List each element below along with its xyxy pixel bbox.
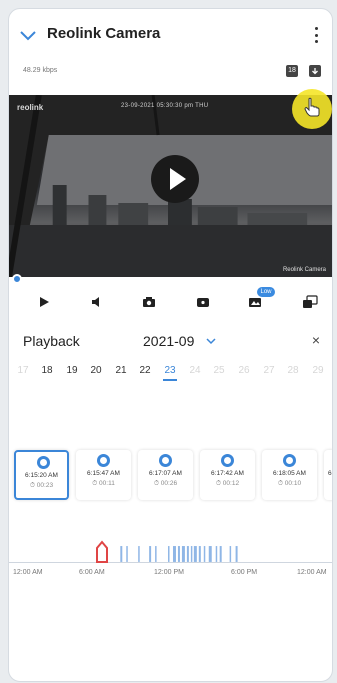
- clip-time: 6:15:47 AM: [87, 470, 120, 477]
- month-chevron-icon[interactable]: [205, 336, 217, 346]
- day-item[interactable]: 28: [283, 365, 303, 376]
- clip-card[interactable]: 6:18:05 AM ⏱ 00:10: [262, 450, 317, 500]
- gallery-icon[interactable]: [299, 291, 321, 313]
- video-timestamp: 23-09-2021 05:30:30 pm THU: [121, 103, 209, 109]
- recording-timeline[interactable]: [9, 542, 332, 564]
- clip-time: 6: [328, 470, 332, 477]
- low-quality-badge: Low: [257, 287, 275, 297]
- timeline-label: 6:00 AM: [79, 569, 105, 576]
- day-item-selected[interactable]: 23: [160, 365, 180, 381]
- close-playback-button[interactable]: ×: [312, 332, 320, 348]
- play-control-icon[interactable]: [33, 291, 55, 313]
- day-item[interactable]: 20: [86, 365, 106, 376]
- day-item[interactable]: 24: [185, 365, 205, 376]
- day-item[interactable]: 25: [209, 365, 229, 376]
- calendar-icon[interactable]: 18: [286, 65, 298, 77]
- clip-motion-icon: [37, 456, 50, 469]
- tap-cursor-indicator: [292, 89, 332, 129]
- day-item[interactable]: 19: [62, 365, 82, 376]
- progress-dot[interactable]: [12, 274, 22, 284]
- clip-duration: ⏱ 00:23: [29, 482, 54, 489]
- clip-motion-icon: [283, 454, 296, 467]
- clip-card[interactable]: 6:15:47 AM ⏱ 00:11: [76, 450, 131, 500]
- clip-duration: ⏱ 00:10: [277, 480, 302, 487]
- clip-duration: ⏱ 00:12: [215, 480, 240, 487]
- clip-time: 6:15:20 AM: [25, 472, 58, 479]
- video-player[interactable]: reolink 23-09-2021 05:30:30 pm THU Reoli…: [9, 95, 332, 277]
- camera-title: Reolink Camera: [47, 25, 161, 42]
- mute-icon[interactable]: [87, 291, 109, 313]
- timeline-label: 12:00 AM: [13, 569, 43, 576]
- clip-card[interactable]: 6:15:20 AM ⏱ 00:23: [14, 450, 69, 500]
- timeline-label: 12:00 AM: [297, 569, 327, 576]
- timeline-position-marker-icon[interactable]: [95, 540, 109, 564]
- record-icon[interactable]: [192, 291, 214, 313]
- playback-label: Playback: [23, 333, 80, 349]
- timeline-label: 6:00 PM: [231, 569, 258, 576]
- bitrate-readout: 48.29 kbps: [23, 67, 58, 74]
- day-item[interactable]: 29: [308, 365, 328, 376]
- clip-time: 6:18:05 AM: [273, 470, 306, 477]
- day-item[interactable]: 22: [135, 365, 155, 376]
- timeline-label: 12:00 PM: [154, 569, 184, 576]
- clip-duration: ⏱ 00:26: [153, 480, 178, 487]
- day-item[interactable]: 21: [111, 365, 131, 376]
- month-selector[interactable]: 2021-09: [143, 333, 194, 349]
- video-camera-label: Reolink Camera: [282, 267, 326, 273]
- video-watermark-logo: reolink: [17, 103, 44, 112]
- clip-time: 6:17:42 AM: [211, 470, 244, 477]
- clip-motion-icon: [159, 454, 172, 467]
- clip-card[interactable]: 6:17:07 AM ⏱ 00:26: [138, 450, 193, 500]
- clip-motion-icon: [221, 454, 234, 467]
- play-button[interactable]: [151, 155, 199, 203]
- day-strip: 17 18 19 20 21 22 23 24 25 26 27 28 29: [9, 365, 332, 383]
- day-item[interactable]: 27: [259, 365, 279, 376]
- hand-pointer-icon: [304, 97, 320, 117]
- more-options-icon[interactable]: [308, 23, 324, 47]
- day-item[interactable]: 18: [37, 365, 57, 376]
- app-frame: Reolink Camera 48.29 kbps 18 reolink 23-…: [8, 8, 333, 682]
- clip-duration: ⏱ 00:11: [92, 480, 115, 487]
- clip-list: 6:15:20 AM ⏱ 00:23 6:15:47 AM ⏱ 00:11 6:…: [9, 450, 332, 500]
- timeline-labels: 12:00 AM 6:00 AM 12:00 PM 6:00 PM 12:00 …: [9, 569, 332, 581]
- download-icon[interactable]: [309, 65, 321, 77]
- day-item[interactable]: 26: [234, 365, 254, 376]
- clip-card[interactable]: 6: [324, 450, 332, 500]
- clip-motion-icon: [97, 454, 110, 467]
- snapshot-icon[interactable]: [138, 291, 160, 313]
- clip-card[interactable]: 6:17:42 AM ⏱ 00:12: [200, 450, 255, 500]
- header: Reolink Camera: [9, 9, 332, 65]
- day-item[interactable]: 17: [13, 365, 33, 376]
- timeline-axis: [9, 562, 332, 563]
- collapse-chevron-icon[interactable]: [19, 27, 37, 45]
- clip-time: 6:17:07 AM: [149, 470, 182, 477]
